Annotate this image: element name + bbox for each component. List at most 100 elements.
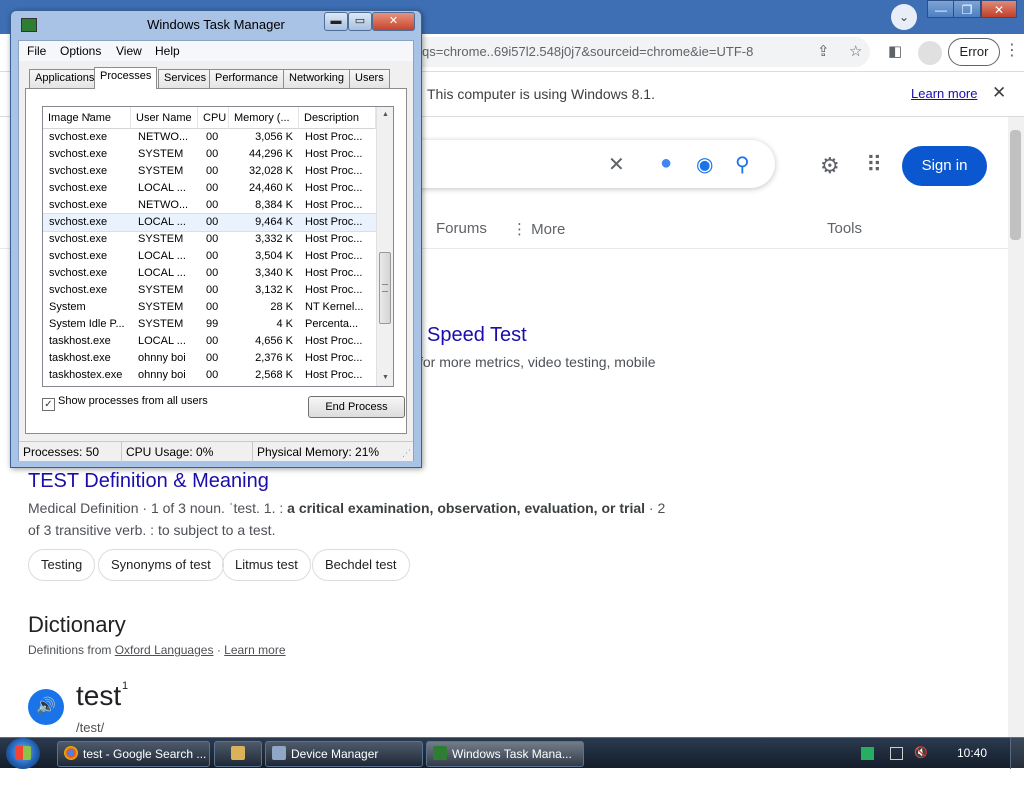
- chip-testing[interactable]: Testing: [28, 549, 96, 581]
- infobar-close-icon[interactable]: ✕: [992, 83, 1006, 103]
- tab-networking[interactable]: Networking: [283, 69, 351, 88]
- chip-synonyms-of-test[interactable]: Synonyms of test: [98, 549, 224, 581]
- speed-test-result-link[interactable]: Speed Test: [427, 324, 527, 347]
- google-apps-icon[interactable]: ⠿: [866, 152, 882, 178]
- process-image-name: taskhostex.exe: [49, 369, 123, 381]
- tm-minimize-button[interactable]: ▬: [324, 12, 348, 31]
- process-row[interactable]: svchost.exe SYSTEM 00 44,296 K Host Proc...: [43, 146, 376, 163]
- process-row[interactable]: System Idle P... SYSTEM 99 4 K Percenta...: [43, 316, 376, 333]
- infobar-learn-more-link[interactable]: Learn more: [911, 86, 977, 101]
- lens-search-icon[interactable]: ◉: [696, 152, 713, 177]
- task-manager-title-bar[interactable]: Windows Task Manager ▬ ▭ ✕: [11, 11, 421, 39]
- process-row[interactable]: taskhostex.exe ohnny boi 00 2,568 K Host Pro…: [43, 367, 376, 384]
- tm-maximize-button[interactable]: ▭: [348, 12, 372, 31]
- sign-in-button[interactable]: Sign in: [902, 146, 987, 186]
- process-row[interactable]: svchost.exe SYSTEM 00 3,332 K Host Proc...: [43, 231, 376, 248]
- process-row[interactable]: svchost.exe LOCAL ... 00 3,504 K Host Proc..…: [43, 248, 376, 265]
- dictionary-learn-more-link[interactable]: Learn more: [224, 643, 285, 657]
- process-row[interactable]: svchost.exe LOCAL ... 00 24,460 K Host Proc.…: [43, 180, 376, 197]
- resize-grip-icon[interactable]: ⋰: [402, 448, 411, 459]
- dictionary-word: test: [76, 680, 122, 711]
- chip-litmus-test[interactable]: Litmus test: [222, 549, 311, 581]
- process-memory: 2,376 K: [255, 352, 293, 364]
- chip-bechdel-test[interactable]: Bechdel test: [312, 549, 410, 581]
- status-cpu-usage: CPU Usage: 0%: [122, 442, 253, 462]
- taskbar-explorer-button[interactable]: [214, 741, 262, 767]
- show-desktop-button[interactable]: [1010, 738, 1024, 769]
- pronunciation-speaker-icon[interactable]: 🔊: [28, 689, 64, 725]
- settings-gear-icon[interactable]: ⚙: [820, 153, 840, 179]
- process-row[interactable]: svchost.exe SYSTEM 00 32,028 K Host Proc...: [43, 163, 376, 180]
- tab-applications[interactable]: Applications: [29, 69, 101, 88]
- col-image-name[interactable]: ▲ Image Name: [43, 107, 131, 129]
- menu-options[interactable]: Options: [60, 44, 101, 58]
- address-bar[interactable]: qs=chrome..69i57l2.548j0j7&sourceid=chro…: [400, 37, 870, 67]
- tab-processes[interactable]: Processes: [94, 67, 158, 89]
- page-scrollbar-thumb[interactable]: [1010, 130, 1021, 240]
- process-row[interactable]: svchost.exe NETWO... 00 8,384 K Host Proc...: [43, 197, 376, 214]
- col-memory[interactable]: Memory (...: [229, 107, 299, 129]
- taskbar-chrome-button[interactable]: test - Google Search ...: [57, 741, 210, 767]
- process-description: Host Proc...: [305, 250, 363, 262]
- tab-services[interactable]: Services: [158, 69, 213, 88]
- process-row[interactable]: System SYSTEM 00 28 K NT Kernel...: [43, 299, 376, 316]
- menu-file[interactable]: File: [27, 44, 46, 58]
- taskbar-clock[interactable]: 10:40 PM: [947, 738, 997, 791]
- menu-view[interactable]: View: [116, 44, 142, 58]
- definition-result-link[interactable]: TEST Definition & Meaning: [28, 470, 269, 493]
- tray-volume-muted-icon[interactable]: 🔇: [914, 747, 928, 760]
- checkbox-checked-icon[interactable]: ✓: [42, 398, 55, 411]
- chrome-close-button[interactable]: ✕: [981, 0, 1017, 18]
- side-panel-icon[interactable]: ◧: [888, 42, 902, 60]
- profile-avatar[interactable]: [918, 41, 942, 65]
- chrome-restore-button[interactable]: ❐: [953, 0, 981, 18]
- tm-close-button[interactable]: ✕: [372, 12, 415, 31]
- tab-tools[interactable]: Tools: [827, 220, 862, 237]
- tray-task-manager-icon[interactable]: [861, 747, 874, 760]
- taskbar-task-manager-button[interactable]: Windows Task Mana...: [426, 741, 584, 767]
- share-icon[interactable]: ⇪: [817, 42, 830, 60]
- process-row[interactable]: svchost.exe LOCAL ... 00 3,340 K Host Proc..…: [43, 265, 376, 282]
- process-description: Host Proc...: [305, 216, 363, 228]
- voice-search-icon[interactable]: ●: [660, 152, 672, 175]
- chrome-minimize-button[interactable]: —: [927, 0, 955, 18]
- dictionary-word-superscript: 1: [122, 680, 129, 692]
- process-user-name: SYSTEM: [138, 233, 184, 245]
- process-list-scroll-thumb[interactable]: [379, 252, 391, 324]
- sort-ascending-icon: ▲: [86, 112, 93, 119]
- chrome-menu-icon[interactable]: ⋮: [1004, 40, 1020, 60]
- clear-search-icon[interactable]: ✕: [608, 152, 625, 177]
- process-list-scrollbar[interactable]: ▲ ▼: [376, 107, 393, 386]
- error-button[interactable]: Error: [948, 38, 1000, 66]
- tray-network-icon[interactable]: [890, 747, 903, 760]
- process-row[interactable]: svchost.exe NETWO... 00 3,056 K Host Proc...: [43, 129, 376, 146]
- process-cpu: 00: [206, 301, 219, 313]
- menu-help[interactable]: Help: [155, 44, 180, 58]
- col-cpu[interactable]: CPU: [198, 107, 229, 129]
- process-row[interactable]: svchost.exe SYSTEM 00 3,132 K Host Proc...: [43, 282, 376, 299]
- process-cpu: 00: [206, 216, 219, 228]
- col-user-name[interactable]: User Name: [131, 107, 198, 129]
- process-list[interactable]: ▲ Image Name User Name CPU Memory (... De…: [42, 106, 394, 387]
- tab-users[interactable]: Users: [349, 69, 390, 88]
- process-user-name: SYSTEM: [138, 301, 184, 313]
- scroll-up-arrow-icon[interactable]: ▲: [377, 107, 393, 123]
- bookmark-star-icon[interactable]: ☆: [849, 42, 862, 60]
- oxford-languages-link[interactable]: Oxford Languages: [115, 643, 214, 657]
- process-row[interactable]: taskhost.exe LOCAL ... 00 4,656 K Host Proc.…: [43, 333, 376, 350]
- process-row[interactable]: taskhost.exe ohnny boi 00 2,376 K Host Proc.…: [43, 350, 376, 367]
- tab-more[interactable]: ⋮ More: [512, 220, 565, 238]
- start-button[interactable]: [6, 738, 40, 769]
- tab-search-chevron-icon[interactable]: ⌄: [891, 4, 917, 30]
- process-memory: 3,340 K: [255, 267, 293, 279]
- search-icon[interactable]: ⚲: [735, 152, 750, 177]
- col-description[interactable]: Description: [299, 107, 376, 129]
- process-row[interactable]: svchost.exe LOCAL ... 00 9,464 K Host Proc..…: [43, 213, 377, 232]
- end-process-button[interactable]: End Process: [308, 396, 405, 418]
- tab-performance[interactable]: Performance: [209, 69, 284, 88]
- taskbar-device-manager-button[interactable]: Device Manager: [265, 741, 423, 767]
- tab-forums[interactable]: Forums: [436, 220, 487, 237]
- task-manager-window[interactable]: Windows Task Manager ▬ ▭ ✕ File Options …: [10, 10, 422, 468]
- scroll-down-arrow-icon[interactable]: ▼: [377, 370, 393, 386]
- show-all-processes-checkbox[interactable]: ✓ Show processes from all users: [42, 395, 208, 411]
